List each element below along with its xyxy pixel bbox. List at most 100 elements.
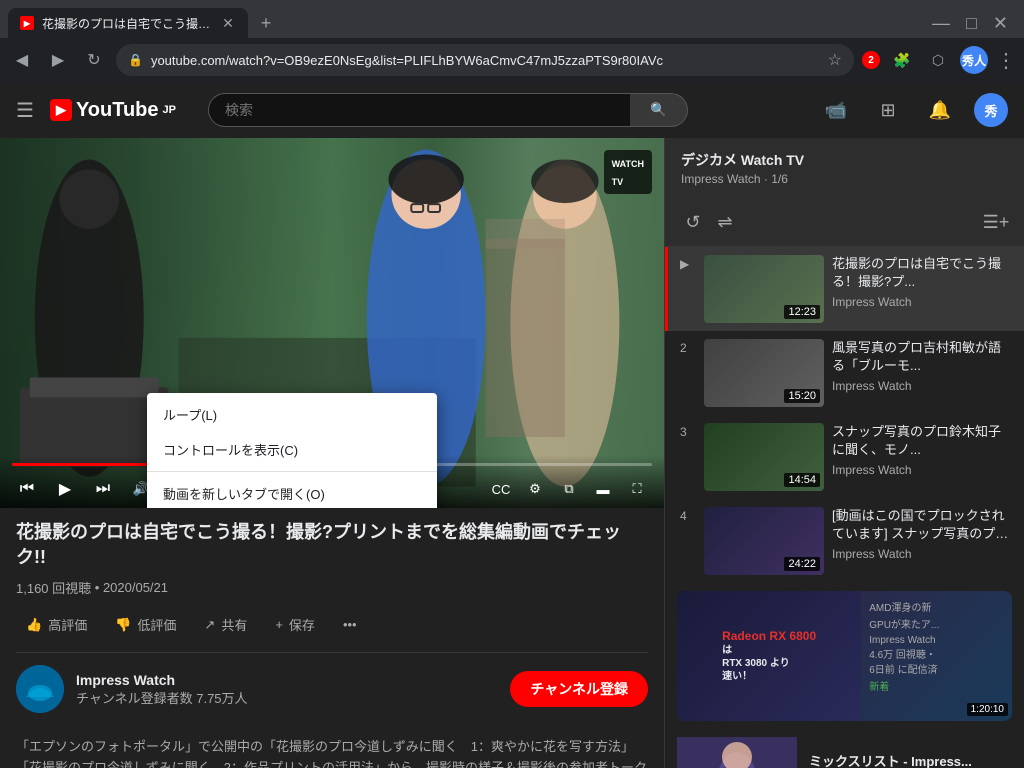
back-button[interactable]: ◀ (8, 46, 36, 74)
search-button[interactable]: 🔍 (630, 93, 688, 127)
ctx-separator-1 (147, 471, 437, 472)
video-actions: 👍 高評価 👎 低評価 ↗ 共有 + 保存 ••• (16, 609, 648, 653)
playlist-item-4-num: 4 (680, 509, 696, 523)
youtube-logo-text: YouTube (76, 99, 159, 122)
playlist-item-4-thumb: 24:22 (704, 507, 824, 575)
playlist-queue-icon[interactable]: ☰+ (980, 206, 1012, 238)
header-right: 📹 ⊞ 🔔 秀 (818, 92, 1008, 128)
context-menu: ループ(L) コントロールを表示(C) 動画を新しいタブで開く(O) 名前を付け… (147, 393, 437, 508)
ctx-item-controls[interactable]: コントロールを表示(C) (147, 432, 437, 467)
settings-button[interactable]: ⚙ (520, 474, 550, 504)
video-date: 2020/05/21 (103, 580, 168, 595)
window-maximize-button[interactable]: □ (966, 13, 977, 34)
video-description: 「エプソンのフォトポータル」で公開中の「花撮影のプロ今道しずみに聞く 1：爽やか… (16, 725, 648, 768)
active-tab[interactable]: ▶ 花撮影のプロは自宅でこう撮る！撮影... ✕ (8, 8, 248, 38)
ad-duration-badge: 1:20:10 (967, 703, 1008, 716)
user-avatar[interactable]: 秀人 (960, 46, 988, 74)
ctrl-right: CC ⚙ ⧉ ▬ ⛶ (486, 474, 652, 504)
forward-button[interactable]: ▶ (44, 46, 72, 74)
youtube-logo-suffix: JP (163, 104, 176, 116)
playlist-item-3-title: スナップ写真のプロ鈴木知子に聞く、モノ... (832, 423, 1012, 459)
mix-section[interactable]: ♪ ▶ ♪♪ ミックスリスト - Impress... YouTube (665, 729, 1024, 768)
channel-avatar[interactable] (16, 665, 64, 713)
dislike-button[interactable]: 👎 低評価 (105, 609, 186, 640)
youtube-logo-icon: ▶ (50, 99, 72, 121)
video-player: WATCH TV ループ(L) コントロールを表示(C) 動画を新しいタブで開く… (0, 138, 664, 508)
ad-banner[interactable]: Radeon RX 6800 は RTX 3080 より 速い！ AMD渾身の新… (677, 591, 1012, 721)
playlist-right-controls: ☰+ (980, 206, 1012, 238)
extensions-icon[interactable]: 🧩 (888, 46, 916, 74)
playlist-item-3-channel: Impress Watch (832, 463, 1012, 477)
save-button[interactable]: + 保存 (265, 609, 325, 640)
cast-icon[interactable]: ⬡ (924, 46, 952, 74)
ad-gpu-visual: Radeon RX 6800 は RTX 3080 より 速い！ AMD渾身の新… (677, 591, 1012, 721)
channel-avatar-svg (16, 665, 64, 713)
theater-button[interactable]: ▬ (588, 474, 618, 504)
skip-back-button[interactable]: ⏮ (12, 474, 42, 504)
playlist-header: デジカメ Watch TV Impress Watch · 1/6 (665, 138, 1024, 198)
playlist-item-3-duration: 14:54 (784, 473, 820, 487)
watchtv-icon: WATCH (612, 159, 644, 169)
ctx-item-loop[interactable]: ループ(L) (147, 397, 437, 432)
channel-name[interactable]: Impress Watch (76, 672, 510, 688)
tab-bar: ▶ 花撮影のプロは自宅でこう撮る！撮影... ✕ + — □ ✕ (0, 0, 1024, 38)
subscribe-button[interactable]: チャンネル登録 (510, 671, 648, 707)
playlist-item-1[interactable]: ▶ 12:23 花撮影のプロは自宅でこう撮る！撮影?プ... Impress W… (665, 247, 1024, 331)
playlist-item-2[interactable]: 2 15:20 風景写真のプロ吉村和敏が語る「ブルーモ... Impress W… (665, 331, 1024, 415)
hamburger-menu-icon[interactable]: ☰ (16, 98, 34, 123)
playlist-item-4-channel: Impress Watch (832, 547, 1012, 561)
tab-close-icon[interactable]: ✕ (220, 15, 236, 31)
dislike-label: 低評価 (137, 615, 176, 634)
playlist-loop-icon[interactable]: ↺ (677, 206, 709, 238)
fullscreen-button[interactable]: ⛶ (622, 474, 652, 504)
playlist-item-1-info: 花撮影のプロは自宅でこう撮る！撮影?プ... Impress Watch (832, 255, 1012, 309)
captions-button[interactable]: CC (486, 474, 516, 504)
mix-title: ミックスリスト - Impress... (809, 753, 972, 768)
window-minimize-button[interactable]: — (932, 13, 950, 34)
apps-grid-icon[interactable]: ⊞ (870, 92, 906, 128)
browser-menu-icon[interactable]: ⋮ (996, 48, 1016, 73)
create-video-icon[interactable]: 📹 (818, 92, 854, 128)
playlist-item-1-duration: 12:23 (784, 305, 820, 319)
youtube-logo[interactable]: ▶ YouTube JP (50, 99, 176, 122)
playlist-item-1-num: ▶ (680, 257, 696, 271)
skip-forward-button[interactable]: ⏭ (88, 474, 118, 504)
playlist-item-3-thumb: 14:54 (704, 423, 824, 491)
play-button[interactable]: ▶ (50, 474, 80, 504)
browser-chrome: ▶ 花撮影のプロは自宅でこう撮る！撮影... ✕ + — □ ✕ ◀ ▶ ↻ 🔒… (0, 0, 1024, 82)
playlist-item-4-title: [動画はこの国でプロックされています] スナップ写真のプロ能切大輔に聞く、単焦.… (832, 507, 1012, 543)
address-bar[interactable]: 🔒 youtube.com/watch?v=OB9ezE0NsEg&list=P… (116, 44, 854, 76)
playlist-item-1-title: 花撮影のプロは自宅でこう撮る！撮影?プ... (832, 255, 1012, 291)
more-button[interactable]: ••• (333, 611, 367, 638)
window-close-button[interactable]: ✕ (993, 13, 1008, 34)
search-bar[interactable]: 🔍 (208, 93, 688, 127)
lock-icon: 🔒 (128, 53, 143, 67)
reload-button[interactable]: ↻ (80, 46, 108, 74)
like-button[interactable]: 👍 高評価 (16, 609, 97, 640)
tab-title: 花撮影のプロは自宅でこう撮る！撮影... (42, 15, 212, 32)
playlist-item-2-num: 2 (680, 341, 696, 355)
playlist-item-1-channel: Impress Watch (832, 295, 1012, 309)
watchtv-badge: WATCH TV (604, 150, 652, 194)
playlist-item-4[interactable]: 4 24:22 [動画はこの国でプロックされています] スナップ写真のプロ能切大… (665, 499, 1024, 583)
share-button[interactable]: ↗ 共有 (194, 609, 257, 640)
bookmark-star-icon[interactable]: ☆ (828, 50, 842, 70)
new-tab-button[interactable]: + (252, 9, 280, 37)
search-input[interactable] (208, 93, 630, 127)
miniplayer-button[interactable]: ⧉ (554, 474, 584, 504)
playlist-item-3-num: 3 (680, 425, 696, 439)
address-bar-row: ◀ ▶ ↻ 🔒 youtube.com/watch?v=OB9ezE0NsEg&… (0, 38, 1024, 82)
like-icon: 👍 (26, 617, 42, 633)
playlist-item-3[interactable]: 3 14:54 スナップ写真のプロ鈴木知子に聞く、モノ... Impress W… (665, 415, 1024, 499)
user-account-button[interactable]: 秀 (974, 93, 1008, 127)
playlist-shuffle-icon[interactable]: ⇌ (709, 206, 741, 238)
notifications-icon[interactable]: 🔔 (922, 92, 958, 128)
share-icon: ↗ (204, 617, 215, 633)
save-label: 保存 (289, 615, 315, 634)
mix-thumb: ♪ ▶ ♪♪ (677, 737, 797, 768)
ctx-item-open-tab[interactable]: 動画を新しいタブで開く(O) (147, 476, 437, 508)
mix-info: ミックスリスト - Impress... YouTube (809, 753, 972, 768)
video-thumbnail[interactable]: WATCH TV ループ(L) コントロールを表示(C) 動画を新しいタブで開く… (0, 138, 664, 508)
playlist-title: デジカメ Watch TV (681, 150, 1008, 170)
tab-favicon: ▶ (20, 16, 34, 30)
